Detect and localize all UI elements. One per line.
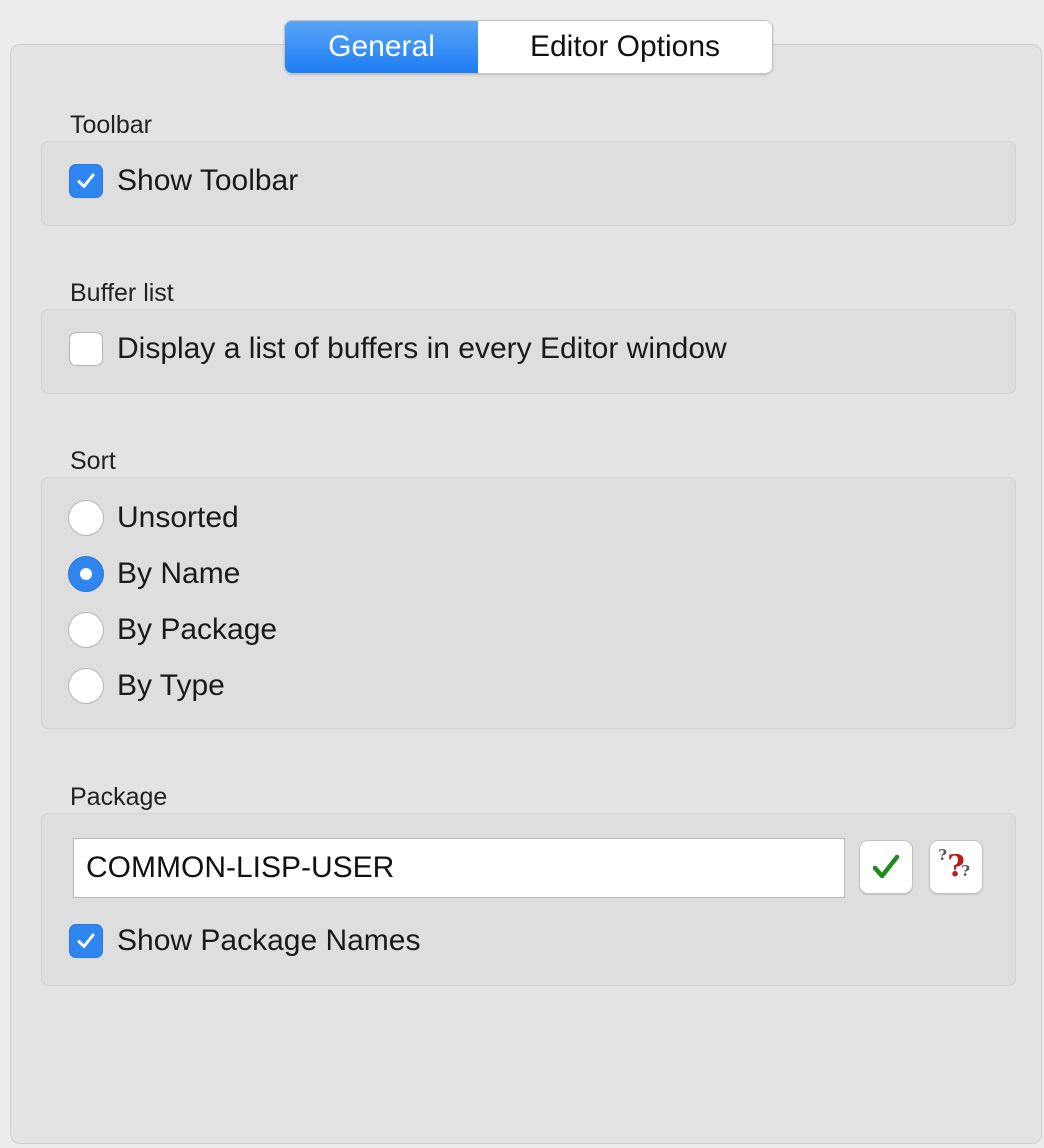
display-buffer-list-label: Display a list of buffers in every Edito… (117, 332, 727, 365)
sort-option-label: Unsorted (117, 501, 239, 534)
radio-by-name[interactable] (68, 556, 104, 592)
sort-option-by-type[interactable]: By Type (68, 668, 225, 704)
show-package-names-row[interactable]: Show Package Names (69, 924, 421, 958)
sort-option-label: By Package (117, 613, 278, 646)
sort-section-label: Sort (70, 447, 116, 475)
package-input[interactable] (73, 838, 845, 898)
sort-option-by-name[interactable]: By Name (68, 556, 240, 592)
sort-option-label: By Name (117, 557, 241, 590)
sort-option-by-package[interactable]: By Package (68, 612, 277, 648)
show-package-names-label: Show Package Names (117, 924, 421, 957)
display-buffer-list-row[interactable]: Display a list of buffers in every Edito… (69, 332, 727, 366)
sort-option-unsorted[interactable]: Unsorted (68, 500, 239, 536)
radio-by-package[interactable] (68, 612, 104, 648)
package-section-label: Package (70, 783, 168, 811)
show-package-names-checkbox[interactable] (69, 924, 103, 958)
checkmark-icon (872, 854, 900, 879)
package-group: ??? Show Package Names (41, 813, 1016, 986)
radio-selected-dot (80, 568, 92, 580)
display-buffer-list-checkbox[interactable] (69, 332, 103, 366)
buffer-list-group: Display a list of buffers in every Edito… (41, 309, 1016, 394)
radio-by-type[interactable] (68, 668, 104, 704)
toolbar-group: Show Toolbar (41, 141, 1016, 226)
package-help-button[interactable]: ??? (929, 840, 983, 894)
show-toolbar-checkbox[interactable] (69, 164, 103, 198)
check-icon (77, 933, 95, 948)
toolbar-section-label: Toolbar (70, 111, 152, 139)
tab-general[interactable]: General (285, 21, 478, 73)
question-mark-icon: ??? (938, 846, 970, 884)
sort-option-label: By Type (117, 669, 225, 702)
sort-group: Unsorted By Name By Package By Type (41, 477, 1016, 729)
radio-unsorted[interactable] (68, 500, 104, 536)
buffer-list-section-label: Buffer list (70, 279, 174, 307)
show-toolbar-row[interactable]: Show Toolbar (69, 164, 298, 198)
confirm-package-button[interactable] (859, 840, 913, 894)
check-icon (77, 173, 95, 188)
show-toolbar-label: Show Toolbar (117, 164, 299, 197)
tab-editor-options[interactable]: Editor Options (478, 21, 772, 73)
tab-bar: General Editor Options (284, 20, 773, 74)
